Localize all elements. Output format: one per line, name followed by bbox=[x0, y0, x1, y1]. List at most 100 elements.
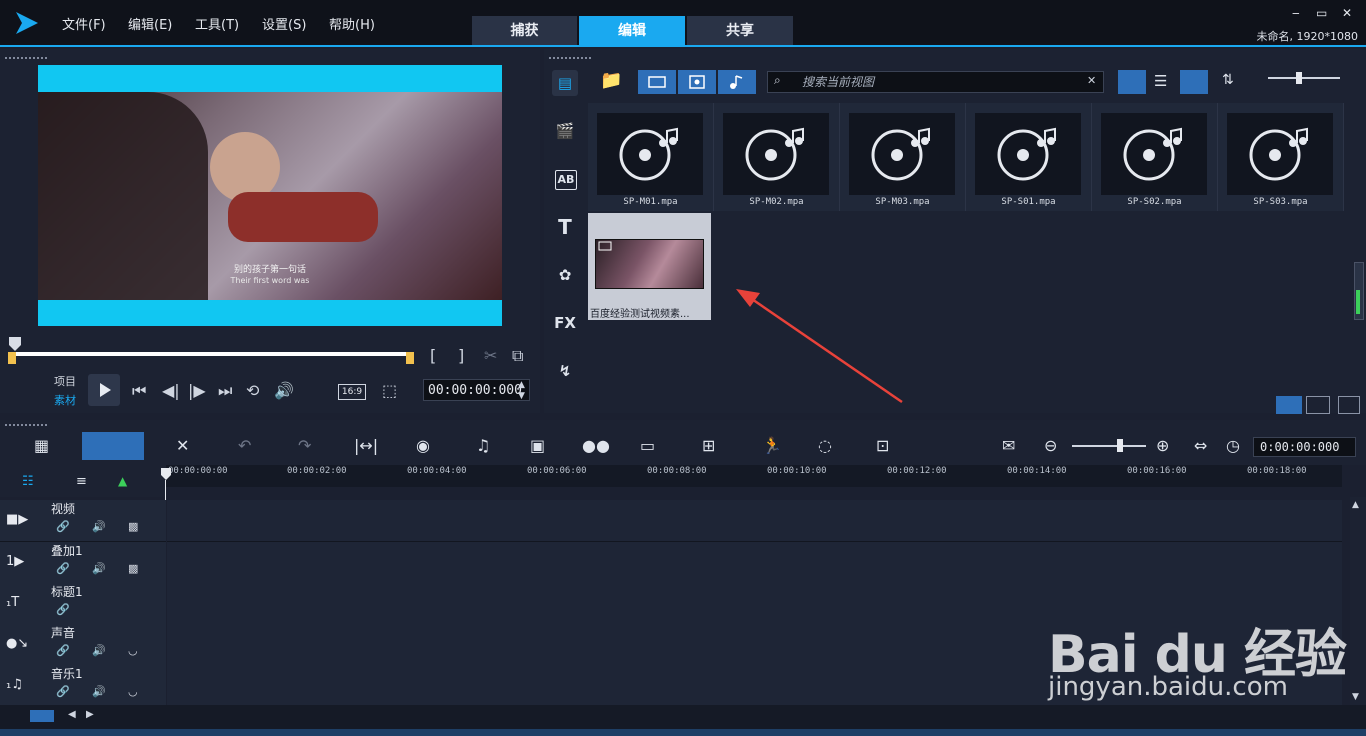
show-audio-button[interactable] bbox=[718, 70, 756, 94]
mute-icon[interactable]: 🔊 bbox=[92, 644, 106, 657]
close-button[interactable]: ✕ bbox=[1342, 6, 1352, 20]
add-track-icon[interactable]: ≡ bbox=[76, 474, 87, 489]
ripple-icon[interactable]: ▩ bbox=[128, 562, 138, 575]
mark-out-handle[interactable] bbox=[406, 352, 414, 364]
zoom-in-icon[interactable]: ⊕ bbox=[1156, 436, 1169, 455]
menu-edit[interactable]: 编辑(E) bbox=[128, 14, 172, 33]
edit-button[interactable] bbox=[1338, 396, 1360, 414]
library-item[interactable]: SP-M03.mpa bbox=[840, 103, 966, 211]
subtitle-editor-icon[interactable]: ▭ bbox=[640, 436, 655, 455]
menu-help[interactable]: 帮助(H) bbox=[329, 14, 375, 33]
track-manager-icon[interactable]: ☷ bbox=[22, 474, 34, 489]
show-photo-button[interactable] bbox=[678, 70, 716, 94]
title-icon[interactable]: T bbox=[552, 214, 578, 240]
thumbnail-size-slider[interactable] bbox=[1268, 77, 1340, 79]
minimize-button[interactable]: ‒ bbox=[1292, 6, 1300, 20]
mark-out-icon[interactable]: ] bbox=[458, 346, 464, 365]
tab-share[interactable]: 共享 bbox=[687, 16, 793, 46]
mode-project-label[interactable]: 项目 bbox=[54, 373, 76, 389]
timecode-up-icon[interactable]: ▲ bbox=[518, 380, 525, 390]
scrubber-handle-icon[interactable] bbox=[8, 336, 22, 352]
tab-edit[interactable]: 编辑 bbox=[579, 16, 685, 46]
mute-icon[interactable]: 🔊 bbox=[92, 562, 106, 575]
scroll-up-icon[interactable]: ▲ bbox=[1352, 500, 1359, 510]
path-icon[interactable]: ↯ bbox=[552, 358, 578, 384]
list-view-icon[interactable]: ☰ bbox=[1154, 72, 1167, 90]
menu-file[interactable]: 文件(F) bbox=[62, 14, 106, 33]
fit-project-icon[interactable]: ⇔ bbox=[1194, 436, 1207, 455]
time-remap-icon[interactable]: 🏃 bbox=[762, 436, 782, 455]
storyboard-view-icon[interactable]: ▦ bbox=[34, 436, 49, 455]
panel-grip[interactable] bbox=[4, 56, 48, 60]
library-item[interactable]: SP-S01.mpa bbox=[966, 103, 1092, 211]
mask-icon[interactable]: ◌ bbox=[818, 436, 832, 455]
link-icon[interactable]: 🔗 bbox=[56, 603, 70, 616]
thumbnail-view-button[interactable] bbox=[1118, 70, 1146, 94]
tools-icon[interactable]: ✕ bbox=[176, 436, 189, 455]
timeline-grip[interactable] bbox=[4, 423, 48, 427]
library-item[interactable]: SP-S02.mpa bbox=[1092, 103, 1218, 211]
scroll-down-icon[interactable]: ▼ bbox=[1352, 692, 1359, 702]
media-library-icon[interactable]: ▤ bbox=[552, 70, 578, 96]
chapter-marker-icon[interactable]: ▲ bbox=[118, 474, 127, 488]
ripple-icon[interactable]: ▩ bbox=[128, 520, 138, 533]
show-video-button[interactable] bbox=[638, 70, 676, 94]
auto-duck-icon[interactable]: ◡ bbox=[128, 644, 138, 657]
motion-track-icon[interactable]: ●● bbox=[582, 436, 610, 455]
playhead-icon[interactable] bbox=[160, 467, 172, 481]
track-header-voice[interactable]: ●↘ 声音 🔗 🔊 ◡ bbox=[0, 624, 166, 666]
tab-capture[interactable]: 捕获 bbox=[472, 16, 577, 46]
scroll-right-icon[interactable]: ▶ bbox=[86, 709, 94, 720]
track-header-title[interactable]: ₁T 标题1 🔗 bbox=[0, 583, 166, 625]
record-icon[interactable]: ◉ bbox=[416, 436, 430, 455]
redo-icon[interactable]: ↷ bbox=[298, 436, 311, 455]
library-item-video[interactable]: 百度经验测试视频素... bbox=[588, 213, 711, 320]
volume-icon[interactable]: 🔊 bbox=[274, 381, 294, 400]
search-input[interactable]: 搜索当前视图 bbox=[767, 71, 1104, 93]
multi-camera-icon[interactable]: ⊞ bbox=[702, 436, 715, 455]
timeline-vertical-scrollbar[interactable] bbox=[1350, 497, 1366, 705]
menu-tools[interactable]: 工具(T) bbox=[195, 14, 239, 33]
instant-project-icon[interactable]: 🎬 bbox=[552, 118, 578, 144]
link-icon[interactable]: 🔗 bbox=[56, 562, 70, 575]
auto-duck-icon[interactable]: ◡ bbox=[128, 685, 138, 698]
library-item[interactable]: SP-S03.mpa bbox=[1218, 103, 1344, 211]
add-folder-icon[interactable]: 📁 bbox=[600, 70, 622, 91]
zoom-slider[interactable] bbox=[1072, 445, 1146, 447]
track-header-video[interactable]: ■▶ 视频 🔗 🔊 ▩ bbox=[0, 500, 166, 542]
smart-proxy-icon[interactable]: ✉ bbox=[1002, 436, 1015, 455]
link-icon[interactable]: 🔗 bbox=[56, 644, 70, 657]
menu-settings[interactable]: 设置(S) bbox=[262, 14, 306, 33]
copy-frame-icon[interactable]: ⧉ bbox=[512, 346, 523, 366]
link-icon[interactable]: 🔗 bbox=[56, 520, 70, 533]
mark-in-handle[interactable] bbox=[8, 352, 16, 364]
player-timecode[interactable]: 00:00:00:000 bbox=[423, 379, 530, 401]
library-item[interactable]: SP-M01.mpa bbox=[588, 103, 714, 211]
library-grip[interactable] bbox=[548, 56, 592, 60]
timeline-timecode[interactable]: 0:00:00:000 bbox=[1253, 437, 1356, 457]
timecode-down-icon[interactable]: ▼ bbox=[518, 391, 525, 401]
audio-mixer-icon[interactable]: ♫ bbox=[476, 436, 490, 455]
transition-icon[interactable]: AB bbox=[555, 170, 577, 190]
track-header-music[interactable]: ₁♫ 音乐1 🔗 🔊 ◡ bbox=[0, 665, 166, 707]
track-add-button[interactable] bbox=[30, 710, 54, 722]
library-view-button[interactable] bbox=[1276, 396, 1302, 414]
end-icon[interactable]: ⏭ bbox=[218, 381, 232, 401]
sort-icon[interactable]: ⇅ bbox=[1222, 72, 1234, 88]
grid-view-button[interactable] bbox=[1180, 70, 1208, 94]
mark-in-icon[interactable]: [ bbox=[430, 346, 436, 365]
auto-music-icon[interactable]: ▣ bbox=[530, 436, 545, 455]
aspect-ratio-button[interactable]: 16:9 bbox=[338, 384, 366, 400]
restore-button[interactable]: ▭ bbox=[1316, 6, 1327, 20]
crop-icon[interactable]: ⬚ bbox=[382, 381, 397, 400]
repeat-icon[interactable]: ⟲ bbox=[246, 381, 259, 400]
fit-to-window-icon[interactable]: |↔| bbox=[354, 436, 378, 455]
link-icon[interactable]: 🔗 bbox=[56, 685, 70, 698]
mode-clip-label[interactable]: 素材 bbox=[54, 392, 76, 408]
library-scroll-thumb[interactable] bbox=[1356, 290, 1360, 314]
zoom-slider-handle[interactable] bbox=[1117, 439, 1123, 452]
scroll-left-icon[interactable]: ◀ bbox=[68, 709, 76, 720]
mute-icon[interactable]: 🔊 bbox=[92, 520, 106, 533]
track-lane-overlay[interactable] bbox=[167, 542, 1342, 584]
zoom-out-icon[interactable]: ⊖ bbox=[1044, 436, 1057, 455]
